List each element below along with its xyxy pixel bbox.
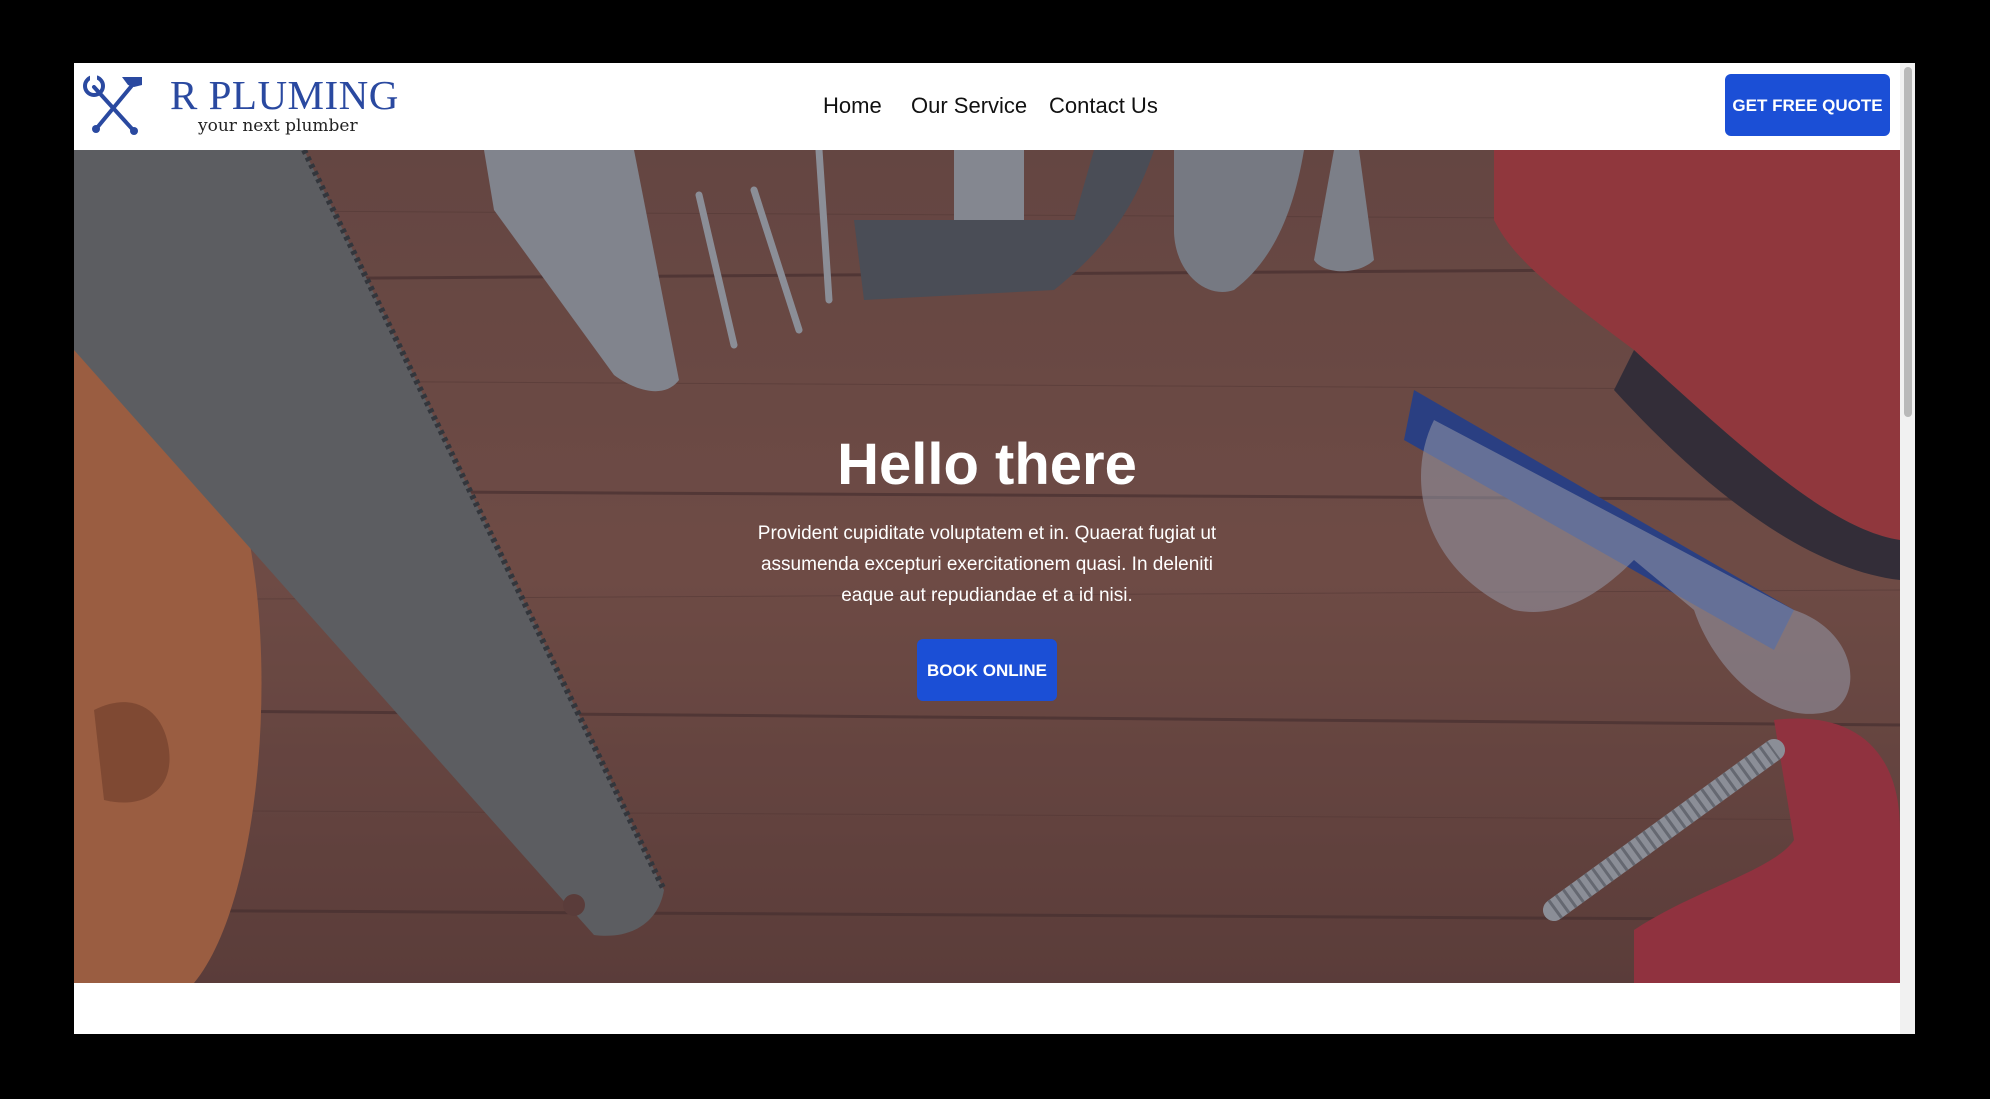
hero-section: Hello there Provident cupiditate volupta…: [74, 150, 1900, 983]
nav-link-our-service[interactable]: Our Service: [911, 91, 1027, 121]
get-free-quote-button[interactable]: GET FREE QUOTE: [1725, 74, 1890, 136]
site-header: R PLUMING your next plumber Home Our Ser…: [74, 63, 1900, 150]
crossed-wrench-hammer-icon: [83, 75, 142, 135]
hero-description: Provident cupiditate voluptatem et in. Q…: [757, 523, 1217, 606]
scrollbar[interactable]: [1900, 63, 1915, 1034]
book-online-button[interactable]: BOOK ONLINE: [917, 639, 1057, 701]
hero-content: Hello there Provident cupiditate volupta…: [687, 430, 1287, 701]
hero-title: Hello there: [837, 432, 1137, 497]
browser-viewport: R PLUMING your next plumber Home Our Ser…: [74, 63, 1915, 1034]
brand-tagline: your next plumber: [198, 116, 358, 136]
logo[interactable]: R PLUMING your next plumber: [82, 71, 398, 143]
scrollbar-thumb[interactable]: [1904, 67, 1912, 417]
brand-name: R PLUMING: [170, 72, 399, 118]
nav-link-home[interactable]: Home: [823, 91, 882, 121]
nav-link-contact-us[interactable]: Contact Us: [1049, 91, 1158, 121]
